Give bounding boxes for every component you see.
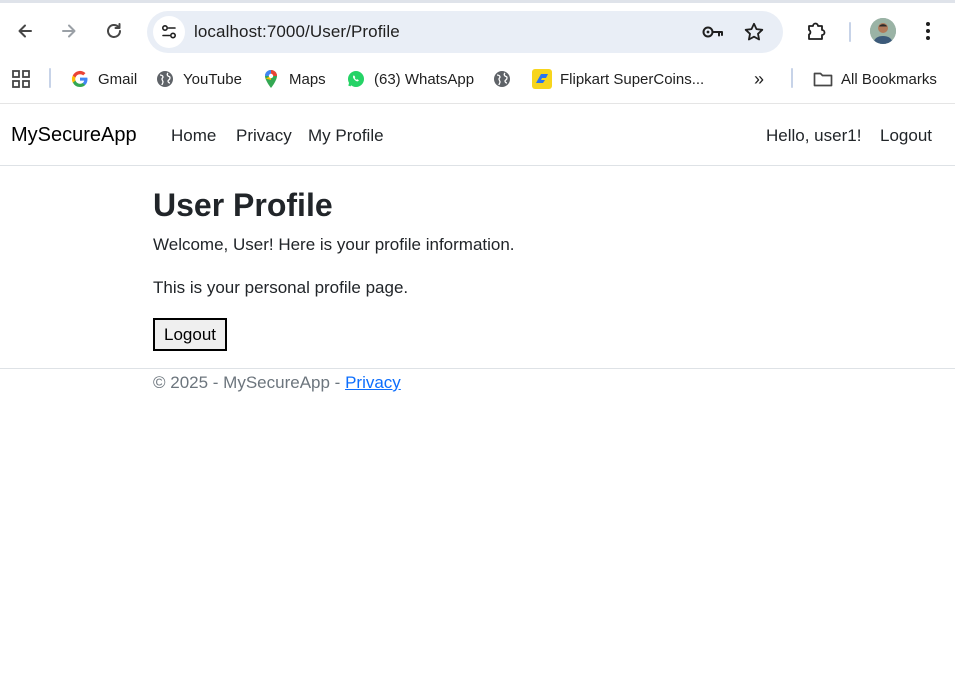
nav-privacy-link[interactable]: Privacy — [236, 126, 292, 146]
nav-home-link[interactable]: Home — [171, 126, 216, 146]
footer-content: © 2025 - MySecureApp - Privacy — [153, 373, 401, 393]
browser-toolbar: localhost:7000/User/Profile — [0, 0, 955, 58]
arrow-right-icon — [62, 24, 76, 38]
page-title: User Profile — [153, 187, 333, 223]
url-text[interactable]: localhost:7000/User/Profile — [194, 22, 400, 42]
footer-copyright: © 2025 - MySecureApp - — [153, 373, 346, 392]
back-button[interactable] — [11, 17, 39, 45]
page-footer: © 2025 - MySecureApp - Privacy — [0, 368, 955, 392]
bookmarks-separator — [49, 68, 51, 88]
all-bookmarks-label: All Bookmarks — [841, 70, 937, 88]
main-content: User Profile Welcome, User! Here is your… — [153, 187, 515, 351]
bookmark-whatsapp[interactable]: (63) WhatsApp — [346, 68, 474, 90]
google-icon — [70, 69, 90, 89]
globe-icon — [155, 69, 175, 89]
maps-pin-icon — [261, 69, 281, 89]
bookmark-label: (63) WhatsApp — [374, 70, 475, 88]
app-navbar: MySecureApp Home Privacy My Profile Hell… — [0, 103, 955, 166]
password-key-icon[interactable] — [701, 22, 725, 47]
bookmark-gmail[interactable]: Gmail — [70, 68, 137, 90]
apps-grid-icon — [12, 70, 30, 88]
nav-logout-link[interactable]: Logout — [880, 126, 932, 146]
bookmark-flipkart[interactable]: Flipkart SuperCoins... — [532, 68, 704, 90]
extensions-puzzle-icon[interactable] — [805, 19, 829, 48]
bookmark-star-icon[interactable] — [743, 21, 765, 48]
nav-my-profile-link[interactable]: My Profile — [308, 126, 384, 146]
folder-icon — [813, 69, 833, 89]
tab-strip-edge — [0, 0, 955, 3]
profile-description: This is your personal profile page. — [153, 278, 409, 297]
apps-button[interactable] — [11, 68, 31, 90]
chevron-double-right-icon: » — [754, 68, 765, 89]
greeting-text: Hello, user1! — [766, 126, 862, 145]
bookmark-untitled[interactable] — [492, 68, 520, 90]
bookmark-label: Gmail — [98, 70, 138, 88]
site-info-button[interactable] — [153, 16, 185, 48]
bookmark-maps[interactable]: Maps — [261, 68, 326, 90]
reload-button[interactable] — [100, 17, 128, 45]
reload-icon — [107, 23, 121, 38]
all-bookmarks-button[interactable]: All Bookmarks — [813, 68, 937, 90]
forward-button[interactable] — [55, 17, 83, 45]
flipkart-icon — [532, 69, 552, 89]
app-brand[interactable]: MySecureApp — [11, 124, 137, 147]
bookmark-label: YouTube — [183, 70, 242, 88]
bookmarks-overflow-button[interactable]: » — [754, 68, 764, 90]
tune-icon — [161, 24, 177, 39]
footer-privacy-link[interactable]: Privacy — [345, 373, 401, 392]
profile-avatar[interactable] — [870, 18, 896, 44]
welcome-text: Welcome, User! Here is your profile info… — [153, 235, 515, 254]
web-page: MySecureApp Home Privacy My Profile Hell… — [0, 103, 955, 684]
bookmarks-separator — [791, 68, 793, 88]
address-bar[interactable]: localhost:7000/User/Profile — [147, 11, 783, 53]
bookmark-label: Flipkart SuperCoins... — [560, 70, 705, 88]
kebab-menu-icon[interactable] — [918, 19, 938, 48]
whatsapp-icon — [346, 69, 366, 89]
bookmark-youtube[interactable]: YouTube — [155, 68, 242, 90]
bookmarks-bar: Gmail YouTube Maps (63) WhatsApp Flipkar… — [0, 58, 955, 103]
arrow-left-icon — [18, 24, 32, 38]
bookmark-label: Maps — [289, 70, 326, 88]
logout-button[interactable]: Logout — [153, 318, 227, 351]
toolbar-separator — [849, 22, 851, 42]
globe-icon — [492, 69, 512, 89]
